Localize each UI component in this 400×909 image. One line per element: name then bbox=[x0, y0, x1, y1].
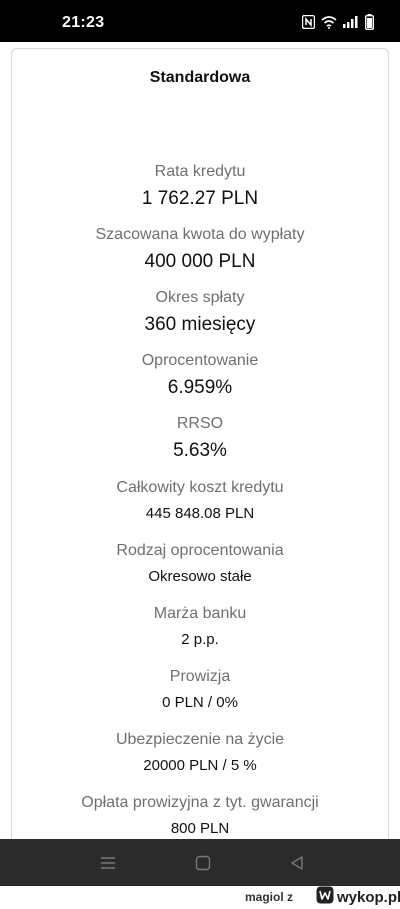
detail-label: Marża banku bbox=[153, 605, 247, 622]
signal-icon bbox=[343, 16, 359, 28]
detail-rrso: RRSO 5.63% bbox=[12, 413, 388, 463]
wykop-logo-icon bbox=[316, 886, 334, 909]
loan-offer-card: Standardowa Rata kredytu 1 762.27 PLN Sz… bbox=[11, 48, 389, 870]
detail-guarantee-fee: Opłata prowizyjna z tyt. gwarancji 800 P… bbox=[12, 792, 388, 840]
detail-label: Opłata prowizyjna z tyt. gwarancji bbox=[81, 794, 319, 811]
detail-value: 1 762.27 PLN bbox=[141, 188, 259, 209]
detail-label: RRSO bbox=[176, 415, 224, 432]
detail-repayment-period: Okres spłaty 360 miesięcy bbox=[12, 287, 388, 337]
nfc-icon bbox=[302, 15, 315, 29]
system-nav-bar bbox=[0, 839, 400, 886]
home-icon[interactable] bbox=[191, 851, 215, 875]
card-title: Standardowa bbox=[149, 69, 251, 86]
wifi-icon bbox=[321, 15, 337, 29]
detail-value: 800 PLN bbox=[170, 820, 230, 837]
detail-installment: Rata kredytu 1 762.27 PLN bbox=[12, 161, 388, 211]
detail-bank-margin: Marża banku 2 p.p. bbox=[12, 603, 388, 651]
detail-total-cost: Całkowity koszt kredytu 445 848.08 PLN bbox=[12, 477, 388, 525]
status-time: 21:23 bbox=[62, 14, 105, 31]
detail-value: 400 000 PLN bbox=[144, 251, 256, 272]
detail-label: Szacowana kwota do wypłaty bbox=[95, 226, 305, 243]
detail-label: Oprocentowanie bbox=[141, 352, 259, 369]
detail-label: Prowizja bbox=[169, 668, 231, 685]
detail-label: Okres spłaty bbox=[155, 289, 245, 306]
detail-value: 20000 PLN / 5 % bbox=[143, 757, 257, 774]
detail-value: Okresowo stałe bbox=[148, 568, 252, 585]
detail-value: 445 848.08 PLN bbox=[145, 505, 255, 522]
watermark-user: magiol z bbox=[245, 890, 294, 904]
detail-interest-rate: Oprocentowanie 6.959% bbox=[12, 350, 388, 400]
detail-life-insurance: Ubezpieczenie na życie 20000 PLN / 5 % bbox=[12, 729, 388, 777]
detail-value: 360 miesięcy bbox=[144, 314, 256, 335]
detail-value: 5.63% bbox=[173, 440, 227, 461]
status-icons bbox=[302, 12, 374, 32]
detail-label: Rata kredytu bbox=[154, 163, 246, 180]
detail-value: 6.959% bbox=[167, 377, 233, 398]
wykop-logo: wykop.pl bbox=[316, 886, 400, 909]
battery-icon bbox=[365, 14, 374, 30]
menu-icon[interactable] bbox=[96, 851, 120, 875]
detail-label: Ubezpieczenie na życie bbox=[115, 731, 285, 748]
detail-value: 0 PLN / 0% bbox=[162, 694, 238, 711]
detail-label: Rodzaj oprocentowania bbox=[116, 542, 284, 559]
wykop-logo-text: wykop.pl bbox=[337, 888, 400, 906]
status-bar: 21:23 bbox=[0, 0, 400, 42]
detail-label: Całkowity koszt kredytu bbox=[116, 479, 284, 496]
detail-value: 2 p.p. bbox=[181, 631, 219, 648]
detail-payout-amount: Szacowana kwota do wypłaty 400 000 PLN bbox=[12, 224, 388, 274]
watermark: magiol z wykop.pl bbox=[0, 886, 400, 908]
detail-commission: Prowizja 0 PLN / 0% bbox=[12, 666, 388, 714]
detail-interest-type: Rodzaj oprocentowania Okresowo stałe bbox=[12, 540, 388, 588]
back-icon[interactable] bbox=[285, 851, 309, 875]
